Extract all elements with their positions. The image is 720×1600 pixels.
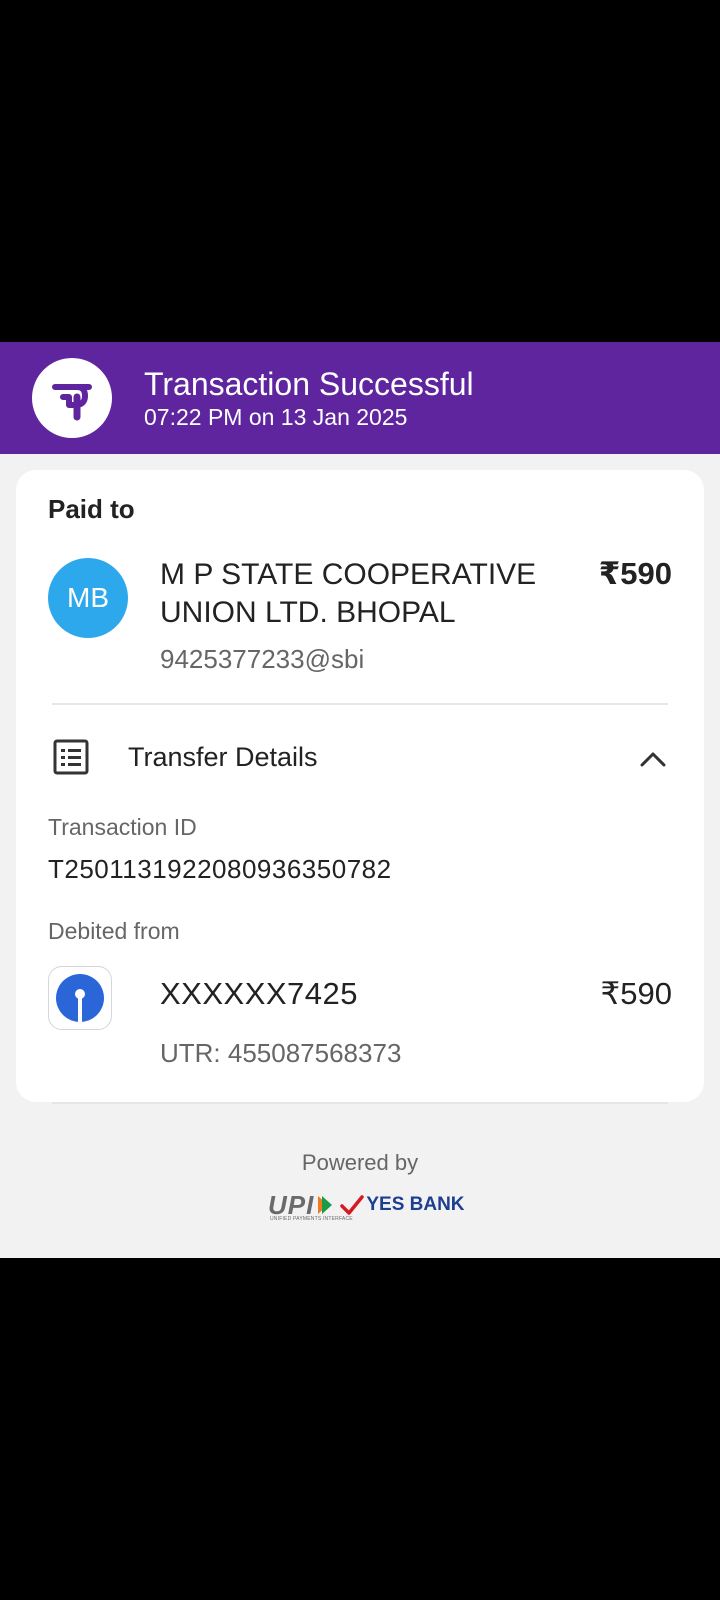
yes-bank-check-icon <box>340 1195 365 1215</box>
card-bottom-divider <box>52 1102 668 1104</box>
phonepe-logo-icon <box>32 358 112 438</box>
transaction-id-value[interactable]: T2501131922080936350782 <box>48 854 392 885</box>
upi-logo: UPI UNIFIED PAYMENTS INTERFACE <box>268 1190 353 1222</box>
utr-number[interactable]: UTR: 455087568373 <box>160 1038 401 1069</box>
payee-avatar: MB <box>48 558 128 638</box>
paid-to-label: Paid to <box>48 494 135 524</box>
transaction-status-title: Transaction Successful <box>144 366 474 402</box>
status-header: Transaction Successful 07:22 PM on 13 Ja… <box>0 342 720 454</box>
transaction-datetime: 07:22 PM on 13 Jan 2025 <box>144 404 408 430</box>
chevron-up-icon[interactable] <box>638 744 668 774</box>
transaction-screen: Transaction Successful 07:22 PM on 13 Ja… <box>0 342 720 1258</box>
payee-name: M P STATE COOPERATIVE UNION LTD. BHOPAL <box>160 558 537 629</box>
divider <box>52 703 668 705</box>
transaction-details-card: Paid to MB M P STATE COOPERATIVE UNION L… <box>16 470 704 1102</box>
debited-amount: ₹590 <box>600 976 672 1011</box>
yes-bank-name: YES BANK <box>366 1194 465 1215</box>
upi-arrow-icon <box>318 1196 333 1214</box>
receipt-list-icon <box>53 739 89 775</box>
payee-upi-id[interactable]: 9425377233@sbi <box>160 644 364 675</box>
debited-from-label: Debited from <box>48 918 180 944</box>
powered-by-label: Powered by <box>301 1150 419 1175</box>
transfer-details-label[interactable]: Transfer Details <box>128 742 318 773</box>
transaction-id-label: Transaction ID <box>48 814 197 840</box>
upi-logo-subtext: UNIFIED PAYMENTS INTERFACE <box>270 1215 353 1222</box>
debited-account-number: XXXXXX7425 <box>160 976 359 1011</box>
partner-logos: UPI UNIFIED PAYMENTS INTERFACE YES BANK <box>268 1188 465 1222</box>
sbi-bank-icon <box>48 966 112 1030</box>
paid-amount: ₹590 <box>598 556 672 591</box>
